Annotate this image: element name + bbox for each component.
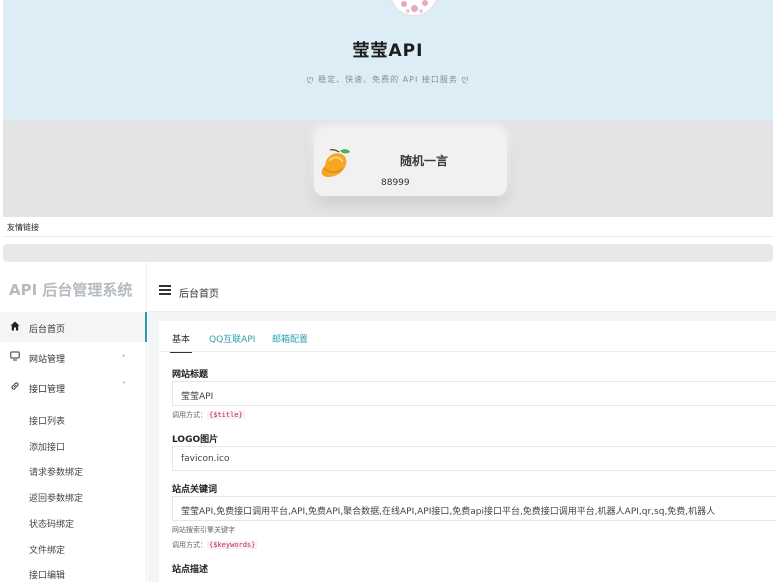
friend-links-label: 友情链接: [7, 223, 39, 232]
site-subtitle: ღ 稳定、快速、免费的 API 接口服务 ღ: [3, 74, 773, 85]
quote-text: 88999: [381, 178, 410, 188]
sidebar-item-label: 后台首页: [29, 325, 66, 335]
sidebar-subitem-request-params[interactable]: 请求参数绑定: [29, 465, 83, 478]
sidebar-subitem-api-list[interactable]: 接口列表: [29, 414, 65, 427]
site-title-label: 网站标题: [172, 370, 209, 380]
page: 莹莹API ღ 稳定、快速、免费的 API 接口服务 ღ 随机一言 88999 …: [0, 0, 776, 582]
leaf-icon: ღ: [461, 75, 470, 85]
tab-basic[interactable]: 基本: [169, 332, 193, 353]
sidebar-subitem-file-binding[interactable]: 文件绑定: [29, 543, 65, 556]
quote-title: 随机一言: [399, 154, 448, 168]
sidebar-subitem-status-codes[interactable]: 状态码绑定: [29, 517, 74, 530]
sidebar: API 后台管理系统 后台首页 网站管理 › 接口管理 ˅ 接口列表 添加接口 …: [0, 262, 147, 582]
hint-code: {$title}: [207, 411, 245, 419]
sidebar-item-api-management[interactable]: 接口管理 ˅: [0, 372, 147, 402]
site-avatar: [390, 0, 438, 16]
site-subtitle-text: 稳定、快速、免费的 API 接口服务: [318, 75, 458, 84]
sidebar-item-label: 接口管理: [29, 385, 66, 395]
settings-panel: 基本 QQ互联API 邮箱配置 网站标题 莹莹API 调用方式： {$title}…: [159, 321, 776, 582]
brand-title: API 后台管理系统: [9, 281, 133, 299]
sidebar-item-site-management[interactable]: 网站管理 ›: [0, 342, 147, 372]
hint-code: {$keywords}: [207, 541, 258, 549]
keywords-label: 站点关键词: [172, 485, 218, 495]
tab-email-config[interactable]: 邮箱配置: [272, 332, 308, 345]
logo-input[interactable]: favicon.ico: [172, 446, 776, 471]
site-title-input[interactable]: 莹莹API: [172, 381, 776, 406]
site-title: 莹莹API: [352, 41, 424, 61]
keywords-call-hint: 调用方式： {$keywords}: [172, 540, 258, 550]
main-content: 基本 QQ互联API 邮箱配置 网站标题 莹莹API 调用方式： {$title}…: [148, 312, 776, 582]
hero-banner: 莹莹API ღ 稳定、快速、免费的 API 接口服务 ღ: [3, 0, 773, 120]
separator-bar: [3, 244, 773, 262]
friend-links-bar: 友情链接: [3, 217, 773, 237]
sidebar-subitem-add-api[interactable]: 添加接口: [29, 440, 65, 453]
link-icon: [11, 382, 19, 390]
sidebar-subitem-response-params[interactable]: 返回参数绑定: [29, 491, 83, 504]
settings-tabs: 基本 QQ互联API 邮箱配置: [159, 321, 776, 353]
chevron-down-icon: ˅: [122, 381, 126, 390]
chevron-right-icon: ›: [122, 351, 126, 360]
leaf-icon: ღ: [306, 75, 315, 85]
keywords-input[interactable]: 莹莹API,免费接口调用平台,API,免费API,聚合数据,在线API,API接…: [172, 496, 776, 521]
description-label: 站点描述: [172, 565, 209, 575]
quote-section: 随机一言 88999: [3, 120, 773, 217]
sidebar-item-label: 网站管理: [29, 355, 66, 365]
tab-qq-connect[interactable]: QQ互联API: [209, 332, 255, 345]
menu-icon[interactable]: [159, 285, 171, 295]
home-icon: [10, 321, 20, 331]
sidebar-subitem-api-edit[interactable]: 接口编辑: [29, 568, 65, 581]
top-bar: 后台首页: [148, 262, 776, 312]
hint-prefix: 调用方式：: [172, 411, 207, 419]
quote-card: 随机一言 88999: [314, 132, 507, 196]
logo-label: LOGO图片: [172, 435, 219, 445]
monitor-icon: [10, 351, 20, 361]
site-title-hint: 调用方式： {$title}: [172, 410, 245, 420]
sidebar-item-home[interactable]: 后台首页: [0, 312, 147, 342]
keywords-hint: 网站搜索引擎关键字: [172, 526, 235, 534]
admin-panel: API 后台管理系统 后台首页 网站管理 › 接口管理 ˅ 接口列表 添加接口 …: [0, 262, 776, 582]
hint-prefix: 调用方式：: [172, 541, 207, 549]
breadcrumb: 后台首页: [179, 289, 219, 300]
